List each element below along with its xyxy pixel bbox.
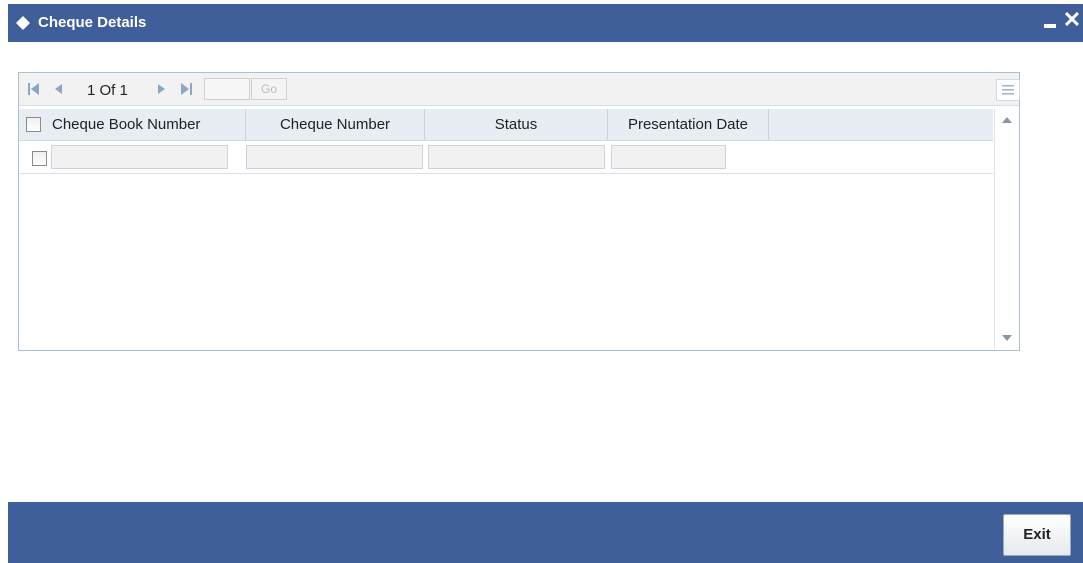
vertical-scrollbar[interactable] [994,109,1019,349]
status-field[interactable] [428,145,605,169]
current-page: 1 [87,82,96,99]
prev-page-icon[interactable] [53,81,63,97]
scroll-down-icon[interactable] [1002,335,1012,341]
cheque-grid: 1 Of 1 Go Cheque Book Number Cheque Numb… [18,72,1020,351]
of-label: Of [99,82,116,99]
scroll-up-icon[interactable] [1002,117,1012,123]
cheque-number-field[interactable] [246,145,423,169]
last-page-icon[interactable] [179,81,193,97]
row-checkbox[interactable] [32,151,47,166]
column-header[interactable]: Cheque Number [246,109,425,140]
close-icon[interactable]: ✕ [1061,9,1083,31]
column-header[interactable]: Cheque Book Number [49,109,246,140]
pagination-bar: 1 Of 1 Go [19,73,1020,106]
total-pages: 1 [119,82,128,99]
page-number-input[interactable] [204,78,250,100]
table-header: Cheque Book Number Cheque Number Status … [19,109,993,141]
cheque-details-window: Cheque Details ✕ 1 Of 1 Go Cheque Book N… [8,4,1083,563]
window-title: Cheque Details [38,14,147,31]
go-button[interactable]: Go [251,78,287,100]
exit-button[interactable]: Exit [1003,514,1071,556]
next-page-icon[interactable] [157,81,167,97]
column-header[interactable]: Status [425,109,608,140]
presentation-date-field[interactable] [611,145,726,169]
diamond-icon [16,16,30,30]
select-all-checkbox[interactable] [26,117,41,132]
page-indicator: 1 Of 1 [87,82,128,99]
minimize-icon[interactable] [1044,24,1056,28]
column-view-icon[interactable] [996,79,1020,101]
title-bar: Cheque Details ✕ [8,4,1083,42]
cheque-book-number-field[interactable] [51,145,228,169]
footer-bar: Exit [8,502,1083,563]
table-row [19,141,993,174]
first-page-icon[interactable] [27,81,41,97]
column-header[interactable]: Presentation Date [608,109,769,140]
